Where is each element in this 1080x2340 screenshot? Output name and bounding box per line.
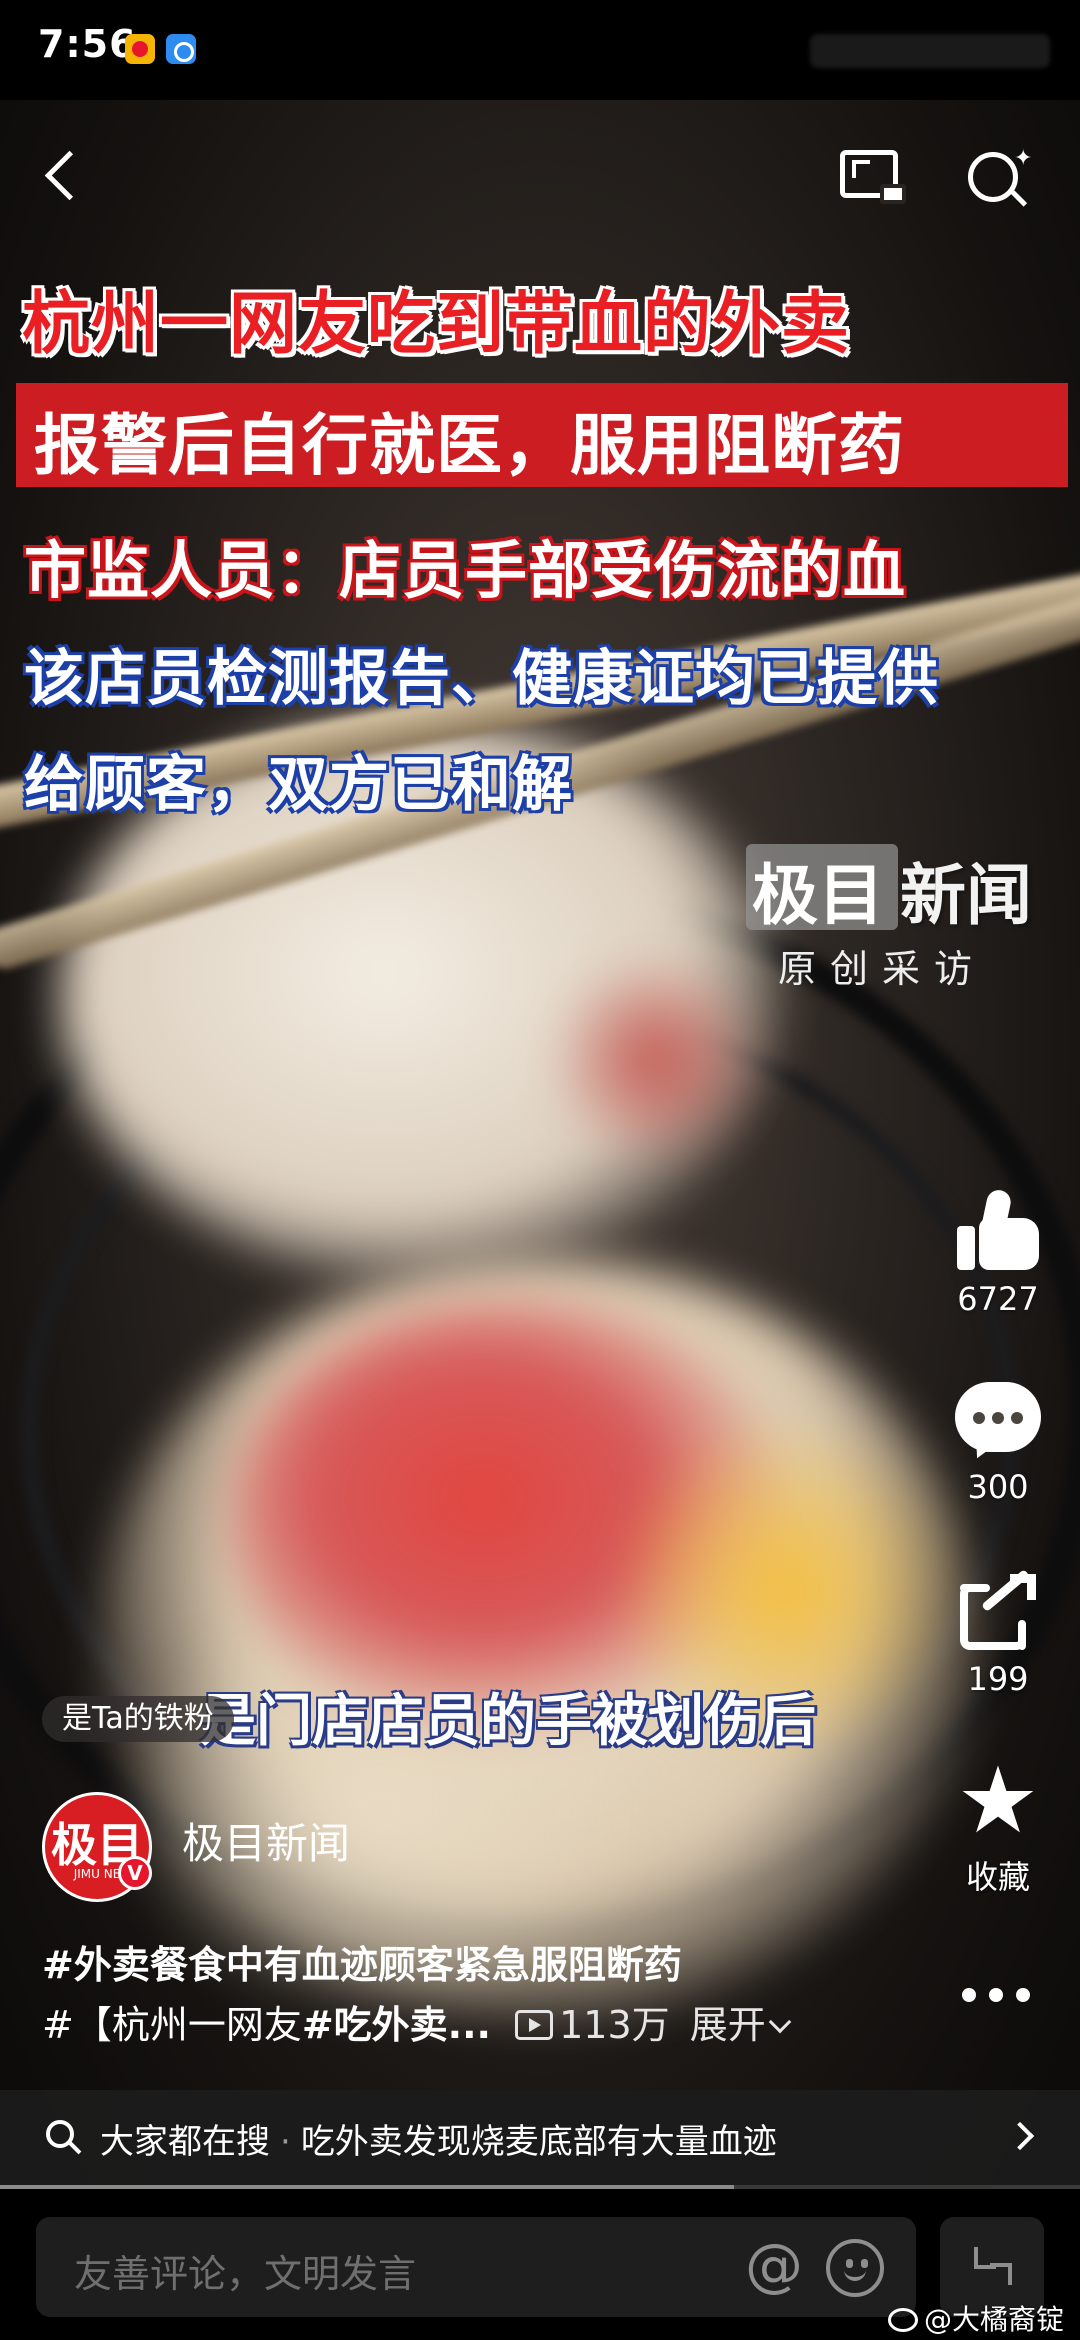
comment-bubble-icon: [953, 1380, 1043, 1464]
browser-app-icon: [166, 34, 196, 64]
search-button[interactable]: ✦: [964, 146, 1034, 212]
caption-hashtag[interactable]: #【杭州一网友: [42, 2003, 302, 2047]
search-suggestion-bar[interactable]: 大家都在搜 · 吃外卖发现烧麦底部有大量血迹: [0, 2090, 1080, 2186]
caption-hashtag[interactable]: #吃外卖...: [302, 2003, 491, 2047]
like-count: 6727: [957, 1280, 1039, 1318]
back-button[interactable]: [38, 146, 84, 206]
status-bar: 7:56: [0, 0, 1080, 100]
chevron-right-icon: [1005, 2121, 1035, 2151]
favorite-label: 收藏: [965, 1858, 1030, 1896]
caption-text: #【杭州一网友#吃外卖... 113万 展开: [42, 1994, 792, 2049]
weibo-app-icon: [125, 34, 155, 64]
more-options-button[interactable]: [958, 1980, 1034, 2010]
comment-input[interactable]: 友善评论，文明发言 @: [36, 2217, 916, 2317]
pip-arrow-icon: [852, 160, 870, 178]
favorite-button[interactable]: ★ 收藏: [946, 1747, 1050, 1898]
more-dots-icon: [1016, 1988, 1030, 2002]
chevron-down-icon: [768, 2010, 792, 2034]
author-name[interactable]: 极目新闻: [182, 1810, 350, 1871]
video-headline: 该店员检测报告、健康证均已提供: [24, 644, 939, 714]
repost-credit: @大橘裔锭: [888, 2298, 1064, 2338]
share-count: 199: [967, 1660, 1029, 1698]
play-count: 113万: [515, 2003, 670, 2047]
comment-button[interactable]: 300: [946, 1380, 1050, 1506]
pip-window-icon: [880, 184, 906, 204]
play-icon: [515, 2010, 554, 2040]
weibo-logo-icon: [888, 2308, 918, 2332]
star-icon: ★: [956, 1747, 1040, 1854]
status-time: 7:56: [38, 22, 137, 66]
expand-caption-button[interactable]: 展开: [690, 2003, 792, 2047]
watermark-logo: 极目: [752, 856, 884, 934]
comment-placeholder: 友善评论，文明发言: [74, 2252, 417, 2296]
watermark-logo: 新闻: [900, 856, 1032, 934]
sparkle-icon: ✦: [1014, 146, 1033, 171]
at-mention-icon[interactable]: @: [744, 2235, 804, 2295]
share-button[interactable]: 199: [946, 1569, 1050, 1698]
video-headline: 给顾客，双方已和解: [24, 750, 573, 820]
search-suggestion-text: 大家都在搜 · 吃外卖发现烧麦底部有大量血迹: [100, 2122, 777, 2162]
caption-hashtag[interactable]: #外卖餐食中有血迹顾客紧急服阻断药: [42, 1934, 682, 1989]
video-headline: 杭州一网友吃到带血的外卖: [22, 285, 851, 364]
video-headline: 市监人员：店员手部受伤流的血: [24, 534, 907, 607]
comment-count: 300: [967, 1468, 1029, 1506]
search-icon: [46, 2120, 82, 2156]
share-icon: [956, 1569, 1040, 1654]
picture-in-picture-button[interactable]: [838, 146, 910, 208]
emoji-icon[interactable]: [826, 2239, 884, 2297]
watermark-subtitle: 原创采访: [778, 947, 987, 991]
search-icon-handle: [1010, 190, 1028, 207]
like-button[interactable]: 6727: [946, 1187, 1050, 1318]
fullscreen-icon: [990, 2263, 1012, 2285]
video-headline: 报警后自行就医，服用阻断药: [34, 407, 905, 484]
video-subtitle: 是门店店员的手被划伤后: [200, 1689, 816, 1754]
thumbs-up-icon: [953, 1187, 1043, 1274]
more-dots-icon: [962, 1988, 976, 2002]
more-dots-icon: [989, 1988, 1003, 2002]
status-indicators: [810, 34, 1050, 68]
video-frame-food: [540, 960, 770, 1160]
fan-badge: 是Ta的铁粉: [42, 1696, 234, 1742]
verified-badge-icon: V: [118, 1856, 152, 1890]
